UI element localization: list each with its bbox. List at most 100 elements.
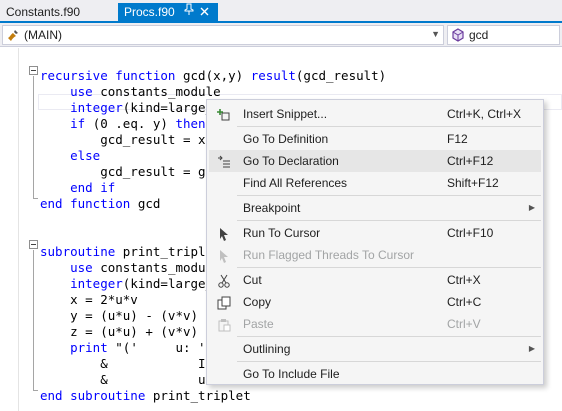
tab-constants-f90[interactable]: Constants.f90 bbox=[0, 3, 118, 22]
code-text: x = 2*u*v bbox=[40, 292, 138, 307]
menu-find-all-references[interactable]: Find All References Shift+F12 bbox=[209, 172, 541, 194]
code-text: gcd_result = gcc bbox=[40, 164, 221, 179]
code-line[interactable]: integer(kind=large_i bbox=[40, 100, 221, 116]
code-text: gcd bbox=[130, 196, 161, 211]
code-keyword: use bbox=[70, 260, 93, 275]
tab-label: Procs.f90 bbox=[124, 5, 175, 19]
copy-icon bbox=[217, 295, 231, 310]
code-text: gcd(x,y) bbox=[175, 68, 251, 83]
code-text: y = (u*u) - (v*v) bbox=[40, 308, 199, 323]
code-text: & I bbox=[40, 356, 206, 371]
menu-go-to-declaration[interactable]: Go To Declaration Ctrl+F12 bbox=[209, 150, 541, 172]
code-line[interactable]: end function gcd bbox=[40, 196, 160, 212]
outline-guide-end bbox=[33, 198, 38, 199]
code-line[interactable]: & I bbox=[40, 356, 206, 372]
code-line[interactable]: end if bbox=[40, 180, 115, 196]
code-text: print_triplet bbox=[145, 388, 251, 403]
menu-separator bbox=[237, 361, 541, 362]
code-keyword: subroutine bbox=[40, 244, 116, 259]
menu-separator bbox=[237, 195, 541, 196]
menu-item-label: Paste bbox=[243, 317, 274, 331]
menu-item-shortcut: Shift+F12 bbox=[447, 176, 499, 190]
code-line[interactable]: & u bbox=[40, 372, 206, 388]
menu-insert-snippet[interactable]: Insert Snippet... Ctrl+K, Ctrl+X bbox=[209, 103, 541, 125]
menu-breakpoint[interactable]: Breakpoint ▶ bbox=[209, 197, 541, 219]
go-to-declaration-icon bbox=[217, 154, 231, 168]
menu-go-to-include-file[interactable]: Go To Include File bbox=[209, 363, 541, 385]
gutter-divider bbox=[18, 48, 19, 411]
code-text: (gcd_result) bbox=[295, 68, 387, 83]
code-line[interactable]: else bbox=[40, 148, 100, 164]
run-to-cursor-icon bbox=[217, 226, 231, 241]
scope-dropdown[interactable]: (MAIN) ▼ bbox=[2, 25, 444, 45]
cut-icon bbox=[217, 273, 231, 288]
menu-outlining[interactable]: Outlining ▶ bbox=[209, 338, 541, 360]
menu-item-label: Go To Declaration bbox=[243, 154, 339, 168]
menu-cut[interactable]: Cut Ctrl+X bbox=[209, 269, 541, 291]
scope-icon bbox=[6, 28, 20, 42]
code-keyword: integer bbox=[70, 276, 123, 291]
code-keyword: then bbox=[175, 116, 206, 131]
code-text: "(' u: ',I bbox=[107, 340, 221, 355]
close-icon[interactable] bbox=[200, 3, 209, 22]
code-text: (0 .eq. y) bbox=[85, 116, 176, 131]
menu-item-shortcut: Ctrl+X bbox=[447, 273, 481, 287]
code-line[interactable]: print "(' u: ',I bbox=[40, 340, 221, 356]
code-line[interactable]: subroutine print_triplet bbox=[40, 244, 221, 260]
paste-icon bbox=[217, 317, 231, 332]
tab-procs-f90[interactable]: Procs.f90 bbox=[118, 3, 218, 22]
menu-item-label: Go To Include File bbox=[243, 367, 340, 381]
menu-item-shortcut: Ctrl+F12 bbox=[447, 154, 494, 168]
code-keyword: recursive function bbox=[40, 68, 176, 83]
scope-value: (MAIN) bbox=[24, 28, 62, 42]
menu-item-label: Run Flagged Threads To Cursor bbox=[243, 248, 414, 262]
menu-item-label: Cut bbox=[243, 273, 262, 287]
code-line[interactable]: gcd_result = gcc bbox=[40, 164, 221, 180]
code-keyword: integer bbox=[70, 100, 123, 115]
insert-snippet-icon bbox=[217, 107, 231, 121]
code-keyword: else bbox=[70, 148, 101, 163]
submenu-arrow-icon: ▶ bbox=[528, 203, 535, 212]
collapse-subroutine-icon[interactable] bbox=[29, 240, 38, 249]
code-line[interactable]: use constants_module bbox=[40, 260, 221, 276]
outline-guide bbox=[33, 250, 34, 390]
code-line[interactable]: gcd_result = x bbox=[40, 132, 205, 148]
run-flagged-threads-icon bbox=[217, 248, 231, 263]
menu-run-flagged-threads[interactable]: Run Flagged Threads To Cursor bbox=[209, 244, 541, 266]
collapse-function-icon[interactable] bbox=[29, 66, 38, 75]
code-line[interactable]: z = (u*u) + (v*v) bbox=[40, 324, 198, 340]
code-text: & u bbox=[40, 372, 206, 387]
menu-go-to-definition[interactable]: Go To Definition F12 bbox=[209, 128, 541, 150]
menu-item-shortcut: F12 bbox=[447, 132, 468, 146]
code-line[interactable]: y = (u*u) - (v*v) bbox=[40, 308, 198, 324]
menu-item-label: Run To Cursor bbox=[243, 226, 321, 240]
menu-item-shortcut: Ctrl+F10 bbox=[447, 226, 494, 240]
member-value: gcd bbox=[469, 28, 489, 42]
member-dropdown[interactable]: gcd bbox=[447, 25, 560, 45]
menu-run-to-cursor[interactable]: Run To Cursor Ctrl+F10 bbox=[209, 222, 541, 244]
menu-item-label: Find All References bbox=[243, 176, 348, 190]
menu-paste[interactable]: Paste Ctrl+V bbox=[209, 313, 541, 335]
menu-separator bbox=[237, 126, 541, 127]
code-line[interactable]: end subroutine print_triplet bbox=[40, 388, 251, 404]
code-line[interactable]: use constants_module bbox=[40, 84, 221, 100]
menu-item-label: Copy bbox=[243, 295, 272, 309]
menu-separator bbox=[237, 336, 541, 337]
menu-item-shortcut: Ctrl+K, Ctrl+X bbox=[447, 107, 522, 121]
code-line[interactable]: x = 2*u*v bbox=[40, 292, 138, 308]
menu-copy[interactable]: Copy Ctrl+C bbox=[209, 291, 541, 313]
menu-separator bbox=[237, 220, 541, 221]
code-text: print_triplet bbox=[115, 244, 221, 259]
navigation-bar: (MAIN) ▼ gcd bbox=[0, 23, 562, 47]
pin-icon[interactable] bbox=[184, 3, 194, 22]
code-line[interactable]: if (0 .eq. y) then bbox=[40, 116, 206, 132]
code-line[interactable]: recursive function gcd(x,y) result(gcd_r… bbox=[40, 68, 386, 84]
code-line[interactable]: integer(kind=large_i bbox=[40, 276, 221, 292]
outline-guide bbox=[33, 76, 34, 198]
